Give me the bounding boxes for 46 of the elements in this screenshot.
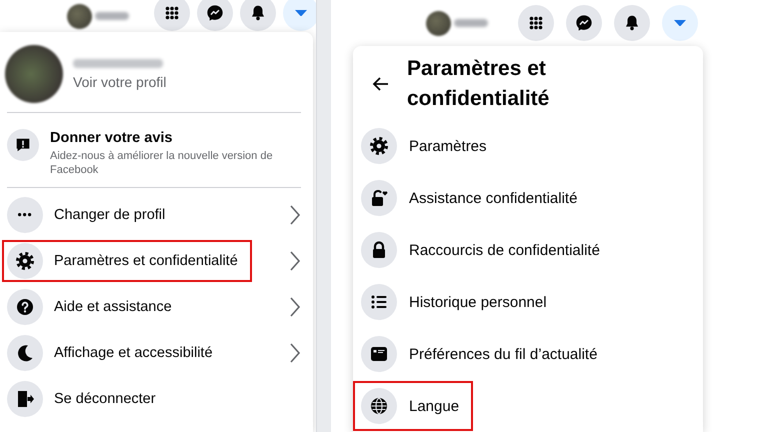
menu-item[interactable]: Assistance confidentialité [353, 172, 703, 224]
menu-item[interactable]: Affichage et accessibilité [0, 330, 313, 376]
bell-icon [623, 14, 641, 32]
caret-icon [674, 20, 686, 26]
more-icon [18, 213, 32, 217]
menu-item[interactable]: Aide et assistance [0, 284, 313, 330]
menu-item[interactable]: Se déconnecter [0, 376, 313, 422]
messenger-icon [575, 14, 593, 32]
profile-photo[interactable] [426, 10, 451, 36]
menu-button[interactable] [154, 0, 190, 31]
account-button[interactable] [283, 0, 319, 31]
caret-icon [295, 10, 307, 16]
feedback-description: Aidez-nous à améliorer la nouvelle version de Facebook [50, 149, 274, 177]
panel-title: Paramètres et confidentialité [407, 56, 550, 112]
blurred-name [95, 12, 129, 20]
blurred-name [454, 19, 488, 27]
lock-heart-icon [369, 188, 389, 208]
profile-photo[interactable] [67, 4, 92, 28]
feedback-title[interactable]: Donner votre avis [50, 130, 301, 146]
moon-icon [15, 343, 35, 363]
menu-item[interactable]: Langue [353, 380, 703, 432]
profile-photo[interactable] [5, 45, 63, 103]
menu-item[interactable]: Paramètres et confidentialité [0, 238, 313, 284]
help-icon [15, 297, 35, 317]
menu-item[interactable]: Préférences du fil d’actualité [353, 328, 703, 380]
news-feed-icon [369, 344, 389, 364]
grid-icon [163, 4, 181, 22]
logout-icon [15, 389, 35, 409]
gear-icon [369, 136, 389, 156]
menu-item[interactable]: Paramètres [353, 120, 703, 172]
account-button[interactable] [662, 5, 698, 41]
menu-item[interactable]: Historique personnel [353, 276, 703, 328]
bell-icon [249, 4, 267, 22]
menu-item[interactable]: Raccourcis de confidentialité [353, 224, 703, 276]
messenger-icon [206, 4, 224, 22]
grid-icon [527, 14, 545, 32]
menu-button[interactable] [518, 5, 554, 41]
notifications-button[interactable] [240, 0, 276, 31]
menu-item[interactable]: Changer de profil [0, 192, 313, 238]
globe-icon [369, 396, 389, 416]
messenger-button[interactable] [566, 5, 602, 41]
exclamation-bubble-icon [14, 136, 32, 154]
gear-icon [15, 251, 35, 271]
notifications-button[interactable] [614, 5, 650, 41]
see-profile-link[interactable]: Voir votre profil [73, 74, 166, 90]
messenger-button[interactable] [197, 0, 233, 31]
